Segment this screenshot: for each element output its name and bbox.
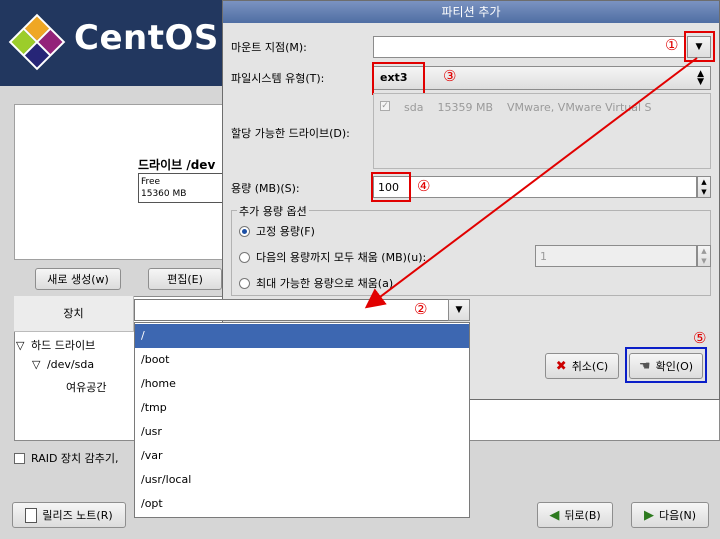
drive-name: sda bbox=[404, 101, 424, 114]
drive-model: VMware, VMware Virtual S bbox=[507, 101, 652, 114]
tree-dev-sda-label: /dev/sda bbox=[46, 358, 95, 371]
highlight-box-5 bbox=[625, 347, 707, 383]
size-spinner[interactable]: ▲ ▼ bbox=[697, 176, 711, 198]
check-icon[interactable]: ✓ bbox=[380, 101, 390, 111]
release-notes-label: 릴리즈 노트(R) bbox=[42, 509, 113, 522]
tree-hard-drive-label: 하드 드라이브 bbox=[30, 339, 96, 352]
arrow-right-icon: ▶ bbox=[643, 507, 654, 523]
drive-row-sda[interactable]: ✓ sda 15359 MB VMware, VMware Virtual S bbox=[380, 101, 652, 114]
spin-up-icon[interactable]: ▲ bbox=[701, 178, 706, 186]
option-fill-upto-label: 다음의 용량까지 모두 채움 (MB)(u): bbox=[256, 251, 427, 264]
release-notes-button[interactable]: 릴리즈 노트(R) bbox=[12, 502, 126, 528]
mount-dropdown-arrow[interactable]: ▼ bbox=[448, 299, 470, 321]
next-button[interactable]: ▶ 다음(N) bbox=[631, 502, 709, 528]
dropdown-option[interactable]: /var bbox=[135, 444, 469, 468]
expand-triangle-icon[interactable]: ▽ bbox=[16, 339, 24, 352]
annotation-2: ② bbox=[414, 300, 428, 318]
drives-label: 할당 가능한 드라이브(D): bbox=[231, 127, 350, 140]
tree-row-free-space[interactable]: 여유공간 bbox=[66, 379, 106, 395]
highlight-box-1 bbox=[684, 31, 715, 62]
document-icon bbox=[25, 507, 38, 523]
arrow-left-icon: ◀ bbox=[549, 507, 560, 523]
size-label: 용량 (MB)(S): bbox=[231, 182, 300, 195]
mount-point-label: 마운트 지점(M): bbox=[231, 41, 307, 54]
expand-triangle-icon[interactable]: ▽ bbox=[32, 358, 40, 371]
annotation-5: ⑤ bbox=[693, 329, 707, 347]
edit-button[interactable]: 편집(E) bbox=[148, 268, 222, 290]
cancel-x-icon: ✖ bbox=[555, 358, 567, 374]
option-fill-upto[interactable]: 다음의 용량까지 모두 채움 (MB)(u): bbox=[239, 249, 426, 265]
new-partition-button[interactable]: 새로 생성(w) bbox=[35, 268, 121, 290]
fill-upto-spinner[interactable]: ▲ ▼ bbox=[697, 245, 711, 267]
updown-arrow-icon: ▲ ▼ bbox=[697, 69, 704, 87]
dropdown-option[interactable]: /usr/local bbox=[135, 468, 469, 492]
annotation-1: ① bbox=[665, 36, 679, 54]
chevron-down-icon: ▼ bbox=[455, 305, 463, 315]
highlight-box-4 bbox=[371, 172, 411, 202]
dropdown-option[interactable]: /tmp bbox=[135, 396, 469, 420]
free-size: 15360 MB bbox=[141, 189, 187, 199]
radio-fill-upto[interactable] bbox=[239, 251, 250, 263]
radio-fill-max[interactable] bbox=[239, 277, 250, 289]
raid-checkbox-label: RAID 장치 감추기, bbox=[31, 452, 119, 465]
size-options-title: 추가 용량 옵션 bbox=[237, 203, 309, 219]
mount-point-input[interactable] bbox=[373, 36, 685, 58]
dialog-title: 파티션 추가 bbox=[223, 1, 719, 23]
tree-row-dev-sda[interactable]: ▽ /dev/sda bbox=[32, 358, 94, 371]
radio-fixed[interactable] bbox=[239, 225, 250, 237]
drive-label: 드라이브 /dev bbox=[138, 158, 216, 172]
cancel-button[interactable]: ✖ 취소(C) bbox=[545, 353, 619, 379]
drive-size: 15359 MB bbox=[437, 101, 493, 114]
option-fixed-label: 고정 용량(F) bbox=[256, 225, 315, 238]
tree-row-hard-drive[interactable]: ▽ 하드 드라이브 bbox=[16, 337, 95, 353]
annotation-3: ③ bbox=[443, 67, 457, 85]
drives-list[interactable]: ✓ sda 15359 MB VMware, VMware Virtual S bbox=[373, 93, 711, 169]
back-button[interactable]: ◀ 뒤로(B) bbox=[537, 502, 613, 528]
option-fixed-size[interactable]: 고정 용량(F) bbox=[239, 223, 315, 239]
logo-text: CentOS bbox=[74, 18, 219, 58]
mount-dropdown-list[interactable]: / /boot /home /tmp /usr /var /usr/local … bbox=[134, 322, 470, 518]
raid-checkbox[interactable] bbox=[14, 452, 25, 464]
centos-logo-icon bbox=[8, 13, 66, 71]
dropdown-option[interactable]: /usr bbox=[135, 420, 469, 444]
option-fill-max-label: 최대 가능한 용량으로 채움(a) bbox=[256, 277, 394, 290]
back-label: 뒤로(B) bbox=[564, 509, 601, 522]
next-label: 다음(N) bbox=[658, 509, 697, 522]
free-label: Free bbox=[141, 177, 161, 187]
annotation-4: ④ bbox=[417, 177, 431, 195]
device-column-header[interactable]: 장치 bbox=[14, 296, 134, 332]
raid-hide-checkbox-row[interactable]: RAID 장치 감추기, bbox=[14, 450, 119, 466]
dropdown-option[interactable]: /opt bbox=[135, 492, 469, 516]
option-fill-max[interactable]: 최대 가능한 용량으로 채움(a) bbox=[239, 275, 393, 291]
free-space-block[interactable]: Free 15360 MB bbox=[138, 173, 228, 203]
highlight-box-3 bbox=[372, 62, 425, 95]
cancel-label: 취소(C) bbox=[571, 360, 609, 373]
dropdown-option[interactable]: /home bbox=[135, 372, 469, 396]
dropdown-option[interactable]: / bbox=[135, 324, 469, 348]
spin-down-icon[interactable]: ▼ bbox=[701, 188, 706, 196]
fill-upto-input[interactable]: 1 bbox=[535, 245, 697, 267]
fs-type-label: 파일시스템 유형(T): bbox=[231, 72, 325, 85]
dropdown-option[interactable]: /boot bbox=[135, 348, 469, 372]
